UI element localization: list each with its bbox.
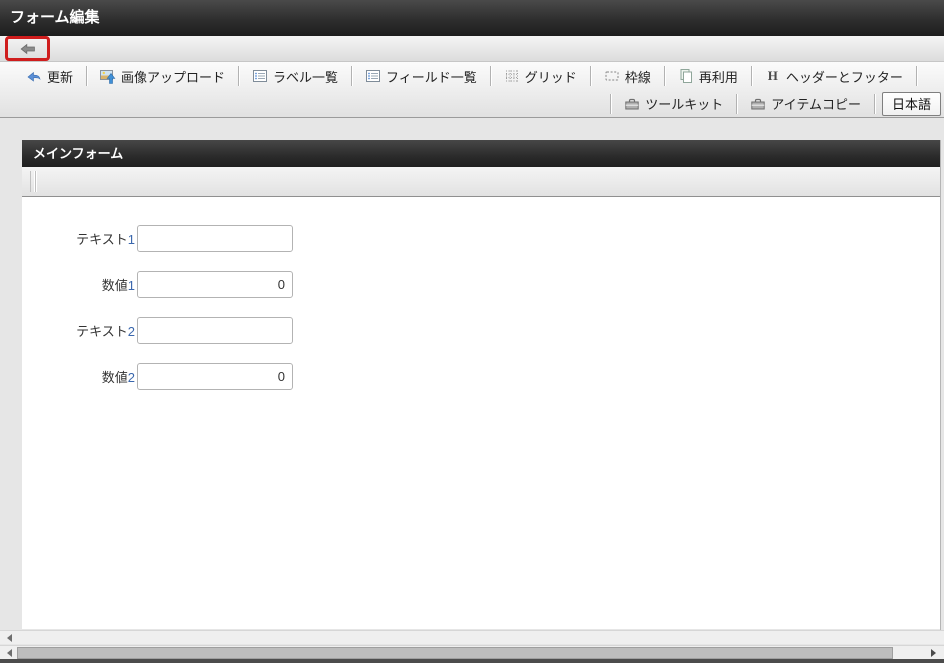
toolbar-label: フィールド一覧	[386, 69, 477, 85]
toolbox-icon	[750, 96, 766, 112]
field-list-icon	[365, 68, 381, 84]
window-bottom-edge	[0, 659, 944, 663]
back-button[interactable]	[9, 39, 46, 58]
toolbar-label: 画像アップロード	[121, 69, 226, 85]
toolbar-separator	[86, 66, 88, 86]
header-footer-button[interactable]: H ヘッダーとフッター	[753, 64, 915, 88]
form-canvas: テキスト1 数値1 テキスト2 数値2	[22, 197, 940, 629]
grid-button[interactable]: グリッド	[492, 64, 589, 88]
window-titlebar: フォーム編集	[0, 0, 944, 36]
field-label-text2: テキスト2	[76, 324, 135, 339]
scroll-right-arrow-icon[interactable]	[926, 646, 940, 660]
label-list-icon	[252, 68, 268, 84]
toolbar-label: 枠線	[624, 69, 651, 85]
toolbar-separator	[589, 66, 591, 86]
item-copy-button[interactable]: アイテムコピー	[738, 92, 873, 116]
form-field-row: 数値2	[22, 363, 940, 390]
text1-input[interactable]	[137, 225, 293, 252]
form-field-row: テキスト1	[22, 225, 940, 252]
inner-horizontal-scrollbar[interactable]	[0, 630, 944, 644]
number2-input[interactable]	[137, 363, 293, 390]
border-icon	[604, 68, 620, 84]
label-list-button[interactable]: ラベル一覧	[240, 64, 350, 88]
toolbar-row-1: 更新 画像アップロード ラベル一覧 フィールド一覧 グリッド 枠線 再利用 H …	[0, 62, 944, 90]
toolbar-label: ツールキット	[645, 97, 724, 112]
toolkit-button[interactable]: ツールキット	[612, 92, 735, 116]
toolbar-separator	[351, 66, 353, 86]
toolbar-separator	[489, 66, 491, 86]
back-arrow-icon	[20, 41, 36, 57]
toolbar-grip	[30, 171, 36, 192]
scroll-left-arrow-icon[interactable]	[2, 646, 16, 660]
page-title: フォーム編集	[10, 9, 100, 26]
refresh-icon	[26, 68, 42, 84]
scroll-left-arrow-icon[interactable]	[2, 631, 16, 645]
language-label: 日本語	[891, 97, 931, 112]
toolbox-icon	[624, 96, 640, 112]
page-horizontal-scrollbar[interactable]	[0, 645, 944, 659]
toolbar-label: 更新	[47, 69, 74, 85]
field-label-text1: テキスト1	[76, 232, 135, 247]
image-upload-icon	[100, 68, 116, 84]
field-label-number2: 数値2	[101, 370, 135, 385]
toolbar-separator	[610, 93, 612, 114]
border-button[interactable]: 枠線	[592, 64, 663, 88]
toolbar-label: ヘッダーとフッター	[785, 69, 903, 85]
toolbar-separator	[238, 66, 240, 86]
back-toolbar	[0, 36, 944, 62]
number1-input[interactable]	[137, 271, 293, 298]
toolbar-separator	[750, 66, 752, 86]
form-field-row: 数値1	[22, 271, 940, 298]
reuse-icon	[678, 68, 694, 84]
toolbar-label: ラベル一覧	[273, 69, 339, 85]
toolbar-separator	[873, 93, 875, 114]
field-list-button[interactable]: フィールド一覧	[353, 64, 489, 88]
field-label-number1: 数値1	[101, 278, 135, 293]
panel-title: メインフォーム	[33, 146, 124, 161]
image-upload-button[interactable]: 画像アップロード	[88, 64, 237, 88]
scrollbar-thumb[interactable]	[17, 647, 893, 659]
panel-header: メインフォーム	[22, 140, 940, 167]
toolbar-separator	[736, 93, 738, 114]
form-editor-window: フォーム編集 更新 画像アップロード ラベル一覧 フィールド一覧 グリッド 枠線…	[0, 0, 944, 663]
language-button[interactable]: 日本語	[881, 91, 941, 116]
header-footer-icon: H	[767, 68, 778, 83]
reuse-button[interactable]: 再利用	[666, 64, 750, 88]
toolbar-separator	[915, 66, 917, 86]
toolbar-label: アイテムコピー	[771, 97, 861, 112]
panel-sub-toolbar	[22, 167, 940, 197]
grid-icon	[504, 68, 520, 84]
toolbar-label: 再利用	[698, 69, 738, 85]
toolbar-label: グリッド	[524, 69, 577, 85]
text2-input[interactable]	[137, 317, 293, 344]
main-toolbar: 更新 画像アップロード ラベル一覧 フィールド一覧 グリッド 枠線 再利用 H …	[0, 62, 944, 118]
toolbar-separator	[663, 66, 665, 86]
form-field-row: テキスト2	[22, 317, 940, 344]
main-form-panel: メインフォーム テキスト1 数値1 テキスト2 数値2	[22, 140, 941, 630]
toolbar-row-2: ツールキット アイテムコピー 日本語	[0, 90, 944, 117]
update-button[interactable]: 更新	[14, 64, 85, 88]
